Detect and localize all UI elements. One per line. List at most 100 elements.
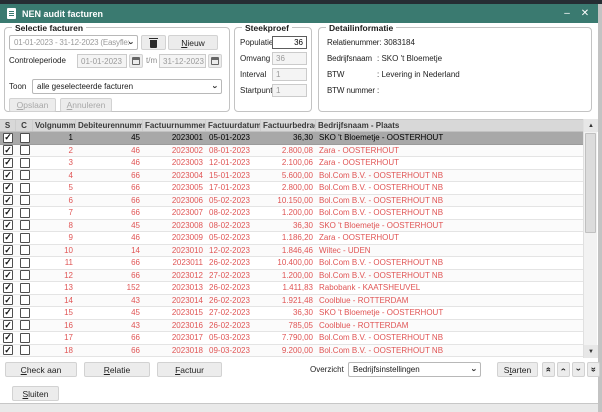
table-row[interactable]: ✓145202300105-01-202336,30SKO 't Bloemet… (0, 132, 583, 145)
c-checkbox[interactable] (20, 208, 30, 218)
table-row[interactable]: ✓1166202301126-02-202310.400,00Bol.Com B… (0, 257, 583, 270)
s-checkbox[interactable]: ✓ (3, 195, 13, 205)
toon-dropdown[interactable]: alle geselecteerde facturen › (32, 79, 222, 94)
c-checkbox[interactable] (20, 258, 30, 268)
starten-button[interactable]: Starten (497, 362, 538, 377)
date-from-calendar-button[interactable] (129, 54, 143, 68)
table-row[interactable]: ✓1266202301227-02-20231.200,00Bol.Com B.… (0, 270, 583, 283)
s-checkbox[interactable]: ✓ (3, 145, 13, 155)
s-checkbox[interactable]: ✓ (3, 208, 13, 218)
s-checkbox[interactable]: ✓ (3, 233, 13, 243)
c-checkbox[interactable] (20, 345, 30, 355)
table-row[interactable]: ✓466202300415-01-20235.600,00Bol.Com B.V… (0, 170, 583, 183)
s-checkbox[interactable]: ✓ (3, 183, 13, 193)
column-header-factuurnummer[interactable]: Factuurnummer (143, 120, 206, 131)
c-checkbox[interactable] (20, 245, 30, 255)
s-checkbox[interactable]: ✓ (3, 295, 13, 305)
annuleren-button[interactable]: Annuleren (60, 98, 112, 112)
close-button[interactable]: ✕ (576, 6, 594, 22)
s-checkbox[interactable]: ✓ (3, 245, 13, 255)
column-header-bedrijfsnaam-plaats[interactable]: Bedrijfsnaam - Plaats (316, 120, 583, 131)
c-checkbox[interactable] (20, 195, 30, 205)
nav-first-button[interactable]: « (542, 362, 555, 377)
interval-field[interactable]: 1 (272, 68, 307, 81)
c-checkbox[interactable] (20, 220, 30, 230)
s-checkbox[interactable]: ✓ (3, 158, 13, 168)
table-row[interactable]: ✓1866202301809-03-20239.200,00Bol.Com B.… (0, 345, 583, 358)
s-checkbox[interactable]: ✓ (3, 270, 13, 280)
omvang-field[interactable]: 36 (272, 52, 307, 65)
sluiten-button[interactable]: Sluiten (12, 386, 59, 401)
c-checkbox[interactable] (20, 333, 30, 343)
table-row[interactable]: ✓1443202301426-02-20231.921,48Coolblue -… (0, 295, 583, 308)
s-checkbox[interactable]: ✓ (3, 258, 13, 268)
column-header-factuurdatum[interactable]: Factuurdatum (206, 120, 261, 131)
factuur-button[interactable]: Factuur (157, 362, 222, 377)
table-row[interactable]: ✓946202300905-02-20231.186,20Zara - OOST… (0, 232, 583, 245)
c-checkbox[interactable] (20, 295, 30, 305)
overzicht-dropdown[interactable]: Bedrijfsinstellingen › (348, 362, 481, 377)
s-checkbox[interactable]: ✓ (3, 283, 13, 293)
table-row[interactable]: ✓1766202301705-03-20237.790,00Bol.Com B.… (0, 332, 583, 345)
table-row[interactable]: ✓1545202301527-02-202336,30SKO 't Bloeme… (0, 307, 583, 320)
relatie-button[interactable]: Relatie (84, 362, 150, 377)
c-checkbox[interactable] (20, 270, 30, 280)
s-checkbox[interactable]: ✓ (3, 320, 13, 330)
table-row[interactable]: ✓845202300808-02-202336,30SKO 't Bloemet… (0, 220, 583, 233)
s-checkbox[interactable]: ✓ (3, 345, 13, 355)
scroll-up-button[interactable]: ▲ (584, 119, 598, 132)
c-checkbox[interactable] (20, 283, 30, 293)
table-cell: 66 (76, 171, 143, 180)
column-header-volgnummer[interactable]: Volgnummer (33, 120, 76, 131)
column-header-s[interactable]: S (0, 120, 16, 131)
delete-periode-button[interactable] (141, 35, 166, 50)
checkbox-cell (16, 133, 33, 143)
startpunt-field[interactable]: 1 (272, 84, 307, 97)
column-header-debiteurennummer[interactable]: Debiteurennummer (76, 120, 143, 131)
s-checkbox[interactable]: ✓ (3, 333, 13, 343)
populatie-field[interactable]: 36 (272, 36, 307, 49)
c-checkbox[interactable] (20, 133, 30, 143)
c-checkbox[interactable] (20, 183, 30, 193)
nav-last-button[interactable]: » (587, 362, 600, 377)
scroll-down-button[interactable]: ▼ (584, 345, 598, 358)
minimize-button[interactable]: – (558, 6, 576, 22)
periode-dropdown[interactable]: 01-01-2023 - 31-12-2023 (Easyflex) › (9, 35, 138, 50)
chevron-double-down-icon: » (589, 367, 598, 372)
date-to-calendar-button[interactable] (208, 54, 222, 68)
table-cell: 45 (76, 308, 143, 317)
nieuw-button[interactable]: Nieuw (168, 35, 218, 50)
c-checkbox[interactable] (20, 308, 30, 318)
c-checkbox[interactable] (20, 233, 30, 243)
c-checkbox[interactable] (20, 158, 30, 168)
date-to-field[interactable]: 31-12-2023 (159, 54, 206, 68)
c-checkbox[interactable] (20, 320, 30, 330)
checkbox-cell: ✓ (0, 333, 16, 343)
date-from-field[interactable]: 01-01-2023 (77, 54, 127, 68)
table-row[interactable]: ✓766202300708-02-20231.200,00Bol.Com B.V… (0, 207, 583, 220)
check-aan-button[interactable]: Check aan (5, 362, 77, 377)
s-checkbox[interactable]: ✓ (3, 220, 13, 230)
table-row[interactable]: ✓566202300517-01-20232.800,00Bol.Com B.V… (0, 182, 583, 195)
table-row[interactable]: ✓666202300605-02-202310.150,00Bol.Com B.… (0, 195, 583, 208)
c-checkbox[interactable] (20, 145, 30, 155)
opslaan-button[interactable]: Opslaan (9, 98, 56, 112)
s-checkbox[interactable]: ✓ (3, 133, 13, 143)
table-row[interactable]: ✓1014202301012-02-20231.846,46Wiltec - U… (0, 245, 583, 258)
table-row[interactable]: ✓346202300312-01-20232.100,06Zara - OOST… (0, 157, 583, 170)
table-cell: 1 (33, 133, 76, 142)
table-row[interactable]: ✓246202300208-01-20232.800,08Zara - OOST… (0, 145, 583, 158)
bedrijfsnaam-label: Bedrijfsnaam (327, 52, 377, 65)
nav-next-button[interactable]: › (572, 362, 585, 377)
s-checkbox[interactable]: ✓ (3, 170, 13, 180)
column-header-c[interactable]: C (16, 120, 33, 131)
scrollbar-thumb[interactable] (585, 133, 596, 233)
table-row[interactable]: ✓13152202301326-02-20231.411,83Rabobank … (0, 282, 583, 295)
title-bar[interactable]: NEN audit facturen – ✕ (0, 4, 598, 23)
nav-previous-button[interactable]: ‹ (557, 362, 570, 377)
s-checkbox[interactable]: ✓ (3, 308, 13, 318)
c-checkbox[interactable] (20, 170, 30, 180)
table-row[interactable]: ✓1643202301626-02-2023785,05Coolblue - R… (0, 320, 583, 333)
column-header-factuurbedrag[interactable]: Factuurbedrag (261, 120, 316, 131)
vertical-scrollbar[interactable]: ▲ ▼ (583, 119, 597, 358)
